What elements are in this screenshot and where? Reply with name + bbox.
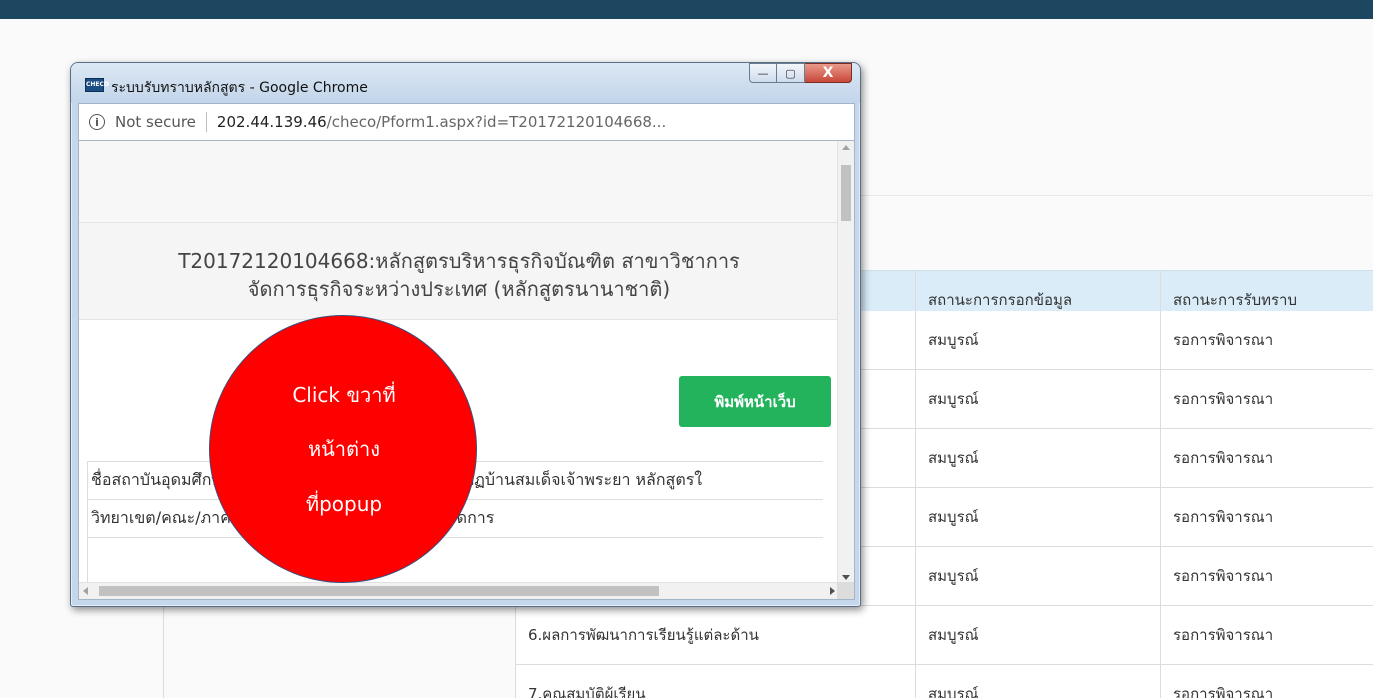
background-separator bbox=[860, 195, 1373, 196]
minimize-button[interactable]: — bbox=[749, 63, 777, 83]
page-top-bar bbox=[0, 0, 1373, 19]
app-icon: CHECO bbox=[85, 78, 109, 92]
document-header-band bbox=[79, 141, 839, 223]
url-host[interactable]: 202.44.139.46 bbox=[217, 113, 327, 131]
row-ack-status: รอการพิจารณา bbox=[1160, 606, 1373, 664]
scroll-left-icon[interactable] bbox=[83, 587, 88, 595]
scroll-up-icon[interactable] bbox=[842, 145, 850, 150]
close-button[interactable]: X bbox=[805, 63, 852, 83]
scroll-down-icon[interactable] bbox=[842, 575, 850, 580]
document-title-line-2: จัดการธุรกิจระหว่างประเทศ (หลักสูตรนานาช… bbox=[247, 277, 671, 301]
popup-window[interactable]: CHECO ระบบรับทราบหลักสูตร - Google Chrom… bbox=[70, 62, 861, 607]
scroll-right-icon[interactable] bbox=[830, 587, 835, 595]
row-fill-status: สมบูรณ์ bbox=[915, 606, 1160, 664]
callout-line-1: Click ขวาที่ bbox=[292, 383, 396, 407]
horizontal-scroll-thumb[interactable] bbox=[99, 586, 659, 596]
row-ack-status: รอการพิจารณา bbox=[1160, 665, 1373, 698]
page-viewport[interactable]: T20172120104668:หลักสูตรบริหารธุรกิจบัณฑ… bbox=[78, 140, 855, 600]
print-page-button[interactable]: พิมพ์หน้าเว็บ bbox=[679, 376, 831, 427]
vertical-scroll-thumb[interactable] bbox=[841, 165, 851, 221]
row-fill-status: สมบูรณ์ bbox=[915, 429, 1160, 487]
vertical-scrollbar[interactable] bbox=[837, 141, 854, 584]
document-title-area: T20172120104668:หลักสูตรบริหารธุรกิจบัณฑ… bbox=[79, 223, 839, 320]
background-left-column-border bbox=[163, 600, 164, 698]
address-bar[interactable]: i Not secure 202.44.139.46 /checo/Pform1… bbox=[78, 103, 855, 140]
url-path[interactable]: /checo/Pform1.aspx?id=T20172120104668... bbox=[327, 113, 667, 131]
window-controls: — ▢ X bbox=[749, 63, 852, 83]
row-ack-status: รอการพิจารณา bbox=[1160, 488, 1373, 546]
callout-line-3: ที่popup bbox=[305, 492, 383, 516]
row-fill-status: สมบูรณ์ bbox=[915, 370, 1160, 428]
window-title-bar[interactable]: CHECO ระบบรับทราบหลักสูตร - Google Chrom… bbox=[71, 63, 860, 103]
not-secure-label[interactable]: Not secure bbox=[115, 113, 196, 131]
instruction-callout-circle: Click ขวาที่ หน้าต่าง ที่popup bbox=[209, 315, 477, 583]
callout-line-2: หน้าต่าง bbox=[307, 437, 381, 461]
table-row[interactable]: 6.ผลการพัฒนาการเรียนรู้แต่ละด้าน สมบูรณ์… bbox=[515, 606, 1373, 665]
window-title: ระบบรับทราบหลักสูตร - Google Chrome bbox=[111, 80, 368, 96]
row-course-item: 6.ผลการพัฒนาการเรียนรู้แต่ละด้าน bbox=[515, 606, 915, 664]
info-icon[interactable]: i bbox=[89, 114, 105, 130]
maximize-button[interactable]: ▢ bbox=[777, 63, 805, 83]
scrollbar-corner bbox=[837, 582, 854, 599]
row-fill-status: สมบูรณ์ bbox=[915, 488, 1160, 546]
row-ack-status: รอการพิจารณา bbox=[1160, 429, 1373, 487]
row-ack-status: รอการพิจารณา bbox=[1160, 311, 1373, 369]
horizontal-scrollbar[interactable] bbox=[79, 582, 839, 599]
row-fill-status: สมบูรณ์ bbox=[915, 311, 1160, 369]
row-ack-status: รอการพิจารณา bbox=[1160, 370, 1373, 428]
row-course-item: 7.คุณสมบัติผู้เรียน bbox=[515, 665, 915, 698]
row-fill-status: สมบูรณ์ bbox=[915, 665, 1160, 698]
table-row[interactable]: 7.คุณสมบัติผู้เรียน สมบูรณ์ รอการพิจารณา bbox=[515, 665, 1373, 698]
row-fill-status: สมบูรณ์ bbox=[915, 547, 1160, 605]
url-divider bbox=[205, 112, 207, 132]
row-ack-status: รอการพิจารณา bbox=[1160, 547, 1373, 605]
